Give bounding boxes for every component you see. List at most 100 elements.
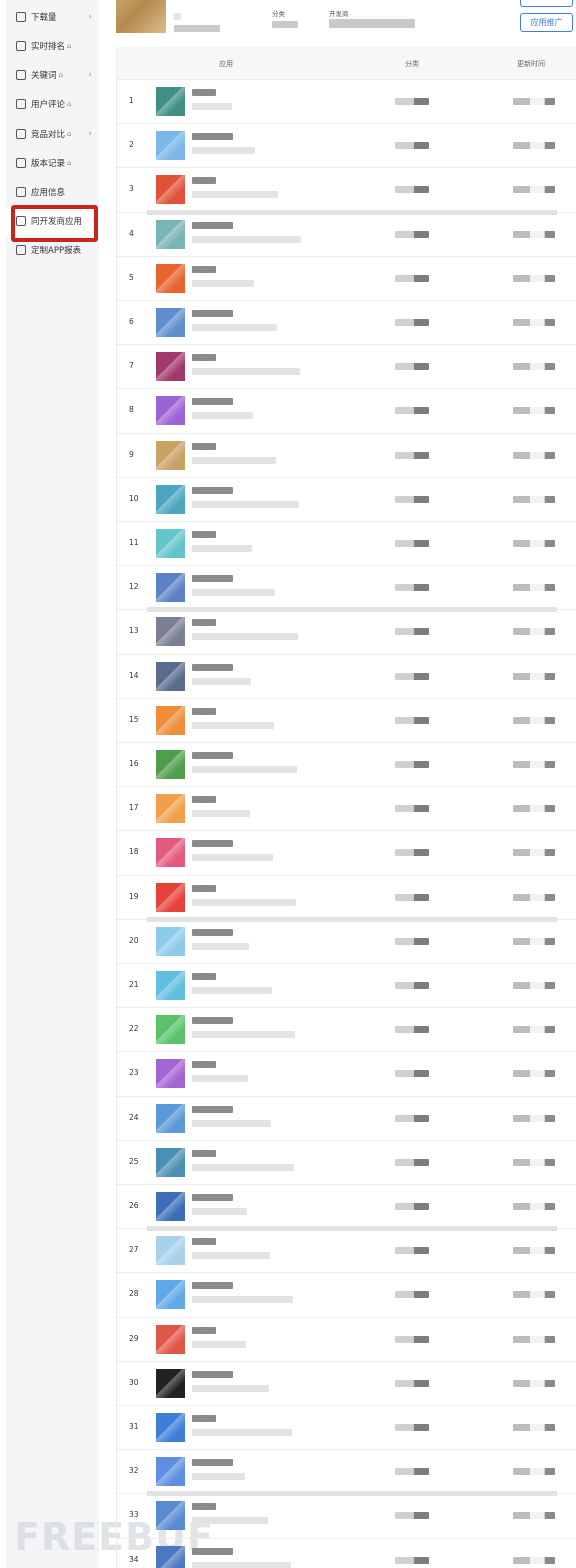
app-name-blurred[interactable] [192, 1149, 216, 1157]
table-row[interactable]: 5 [117, 257, 576, 301]
app-icon[interactable] [156, 705, 185, 735]
app-name-blurred[interactable] [192, 1459, 233, 1467]
table-row[interactable]: 19 [117, 876, 576, 920]
app-icon[interactable] [156, 308, 185, 338]
app-name-blurred[interactable] [192, 177, 216, 185]
app-icon[interactable] [156, 794, 185, 824]
app-icon[interactable] [156, 617, 185, 647]
app-name-blurred[interactable] [192, 310, 233, 318]
table-row[interactable]: 3 [117, 168, 576, 213]
table-row[interactable]: 29 [117, 1318, 576, 1362]
sidebar-item-info[interactable]: 应用信息 [6, 178, 99, 206]
app-icon[interactable] [156, 1103, 185, 1133]
app-name-blurred[interactable] [192, 619, 216, 627]
app-name-blurred[interactable] [192, 133, 233, 141]
table-row[interactable]: 12 [117, 566, 576, 611]
table-row[interactable]: 8 [117, 389, 576, 434]
app-icon[interactable] [156, 352, 185, 382]
app-icon[interactable] [156, 87, 185, 117]
table-row[interactable]: 1 [117, 80, 576, 125]
app-name-blurred[interactable] [192, 89, 216, 97]
app-name-blurred[interactable] [192, 486, 233, 494]
table-row[interactable]: 20 [117, 920, 576, 964]
table-row[interactable]: 24 [117, 1097, 576, 1141]
table-row[interactable]: 16 [117, 743, 576, 788]
app-name-blurred[interactable] [192, 1194, 233, 1202]
app-name-blurred[interactable] [192, 1017, 233, 1025]
app-name-blurred[interactable] [192, 707, 216, 715]
app-icon[interactable] [156, 1457, 185, 1487]
app-icon[interactable] [156, 396, 185, 426]
app-icon[interactable] [156, 1545, 185, 1568]
app-icon[interactable] [156, 661, 185, 691]
app-name-blurred[interactable] [192, 884, 216, 892]
app-icon[interactable] [156, 219, 185, 249]
table-row[interactable]: 27 [117, 1229, 576, 1274]
app-icon[interactable] [156, 1368, 185, 1398]
app-name-blurred[interactable] [192, 221, 233, 229]
app-name-blurred[interactable] [192, 1547, 233, 1555]
table-row[interactable]: 7 [117, 345, 576, 390]
table-row[interactable]: 15 [117, 699, 576, 743]
app-name-blurred[interactable] [192, 1282, 233, 1290]
sidebar-item-key[interactable]: 关键词 ⌂ › [6, 61, 99, 89]
app-name-blurred[interactable] [192, 1415, 216, 1423]
app-icon[interactable] [156, 131, 185, 161]
app-icon[interactable] [156, 1501, 185, 1531]
sidebar-item-version[interactable]: 版本记录 ⌂ [6, 149, 99, 177]
app-icon[interactable] [156, 484, 185, 514]
app-name-blurred[interactable] [192, 1370, 233, 1378]
table-row[interactable]: 17 [117, 787, 576, 832]
promote-button[interactable]: 应用推广 [520, 13, 573, 32]
app-name-blurred[interactable] [192, 398, 233, 406]
table-row[interactable]: 28 [117, 1273, 576, 1318]
app-name-blurred[interactable] [192, 663, 233, 671]
app-name-blurred[interactable] [192, 1503, 216, 1511]
app-icon[interactable] [156, 175, 185, 205]
app-name-blurred[interactable] [192, 973, 216, 981]
app-icon[interactable] [156, 263, 185, 293]
app-icon[interactable] [156, 750, 185, 780]
app-icon[interactable] [156, 1324, 185, 1354]
table-row[interactable]: 6 [117, 301, 576, 346]
app-name-blurred[interactable] [192, 752, 233, 760]
table-row[interactable]: 21 [117, 964, 576, 1009]
app-name-blurred[interactable] [192, 575, 233, 583]
table-row[interactable]: 22 [117, 1008, 576, 1053]
table-row[interactable]: 34 [117, 1539, 576, 1568]
table-row[interactable]: 10 [117, 478, 576, 522]
table-row[interactable]: 2 [117, 124, 576, 169]
table-row[interactable]: 4 [117, 213, 576, 257]
table-row[interactable]: 23 [117, 1052, 576, 1097]
top-action-button[interactable] [520, 0, 573, 7]
app-name-blurred[interactable] [192, 928, 233, 936]
app-icon[interactable] [156, 1280, 185, 1310]
app-icon[interactable] [156, 1192, 185, 1222]
app-icon[interactable] [156, 1015, 185, 1045]
app-icon[interactable] [156, 1413, 185, 1443]
app-icon[interactable] [156, 1147, 185, 1177]
app-icon[interactable] [156, 573, 185, 603]
app-icon[interactable] [156, 926, 185, 956]
table-row[interactable]: 33 [117, 1494, 576, 1539]
table-row[interactable]: 18 [117, 831, 576, 876]
table-row[interactable]: 26 [117, 1185, 576, 1230]
sidebar-item-comment[interactable]: 用户评论 ⌂ [6, 90, 99, 118]
sidebar-item-trend[interactable]: 实时排名 ⌂ [6, 32, 99, 60]
app-name-blurred[interactable] [192, 531, 216, 539]
app-icon[interactable] [156, 882, 185, 912]
app-name-blurred[interactable] [192, 796, 216, 804]
app-name-blurred[interactable] [192, 265, 216, 273]
app-icon[interactable] [156, 529, 185, 559]
app-icon[interactable] [156, 1059, 185, 1089]
table-row[interactable]: 31 [117, 1406, 576, 1451]
app-name-blurred[interactable] [192, 442, 216, 450]
table-row[interactable]: 30 [117, 1362, 576, 1406]
app-icon[interactable] [156, 440, 185, 470]
table-row[interactable]: 14 [117, 655, 576, 699]
app-icon[interactable] [156, 1236, 185, 1266]
app-icon[interactable] [156, 971, 185, 1001]
table-row[interactable]: 11 [117, 522, 576, 567]
table-row[interactable]: 25 [117, 1141, 576, 1185]
app-name-blurred[interactable] [192, 1105, 233, 1113]
